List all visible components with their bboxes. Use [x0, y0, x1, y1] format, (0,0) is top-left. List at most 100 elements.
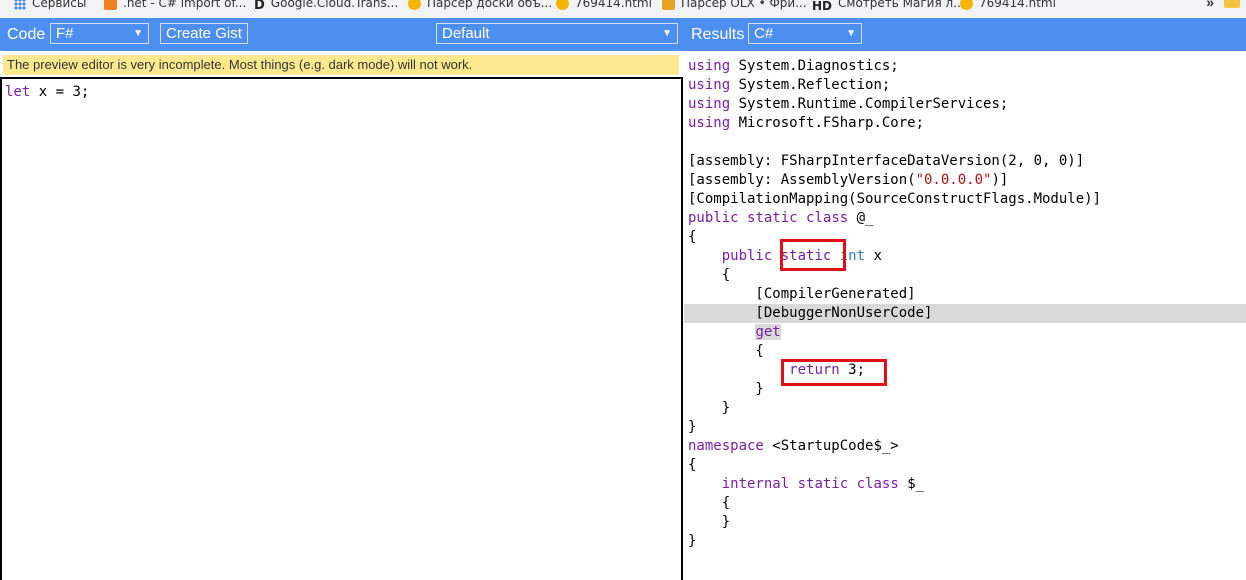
output-line: using System.Runtime.CompilerServices;: [688, 95, 1246, 114]
keyword-token: static: [747, 210, 798, 226]
code-token: [assembly: AssemblyVersion(: [688, 172, 916, 188]
create-gist-button[interactable]: Create Gist: [160, 23, 248, 44]
bookmark-olx[interactable]: Парсер OLX • Фри...: [662, 0, 807, 12]
bookmark-apps[interactable]: Сервисы: [14, 0, 86, 12]
hd-icon: HD: [812, 0, 833, 13]
mode-select-value: Default: [442, 25, 490, 42]
bookmark-label: Парсер доски объ...: [427, 0, 553, 10]
output-line: [assembly: FSharpInterfaceDataVersion(2,…: [688, 152, 1246, 171]
code-token: {: [688, 267, 731, 283]
code-token: [assembly: FSharpInterfaceDataVersion(2,…: [688, 153, 1085, 169]
keyword-token: public: [688, 210, 739, 226]
code-token: x: [873, 248, 882, 264]
keyword-token: using: [688, 96, 731, 112]
output-line: public static int x: [688, 247, 1246, 266]
output-line: [CompilationMapping(SourceConstructFlags…: [688, 190, 1246, 209]
results-pane: using System.Diagnostics; using System.Re…: [684, 51, 1246, 580]
keyword-token: using: [688, 58, 731, 74]
bookmark-stackoverflow[interactable]: .net - C# import of...: [104, 0, 246, 12]
warning-banner: The preview editor is very incomplete. M…: [3, 55, 679, 75]
code-token: }: [688, 514, 731, 530]
code-token: }: [688, 400, 731, 416]
code-token: }: [688, 419, 697, 435]
code-token: {: [688, 229, 697, 245]
code-token: System.Reflection;: [738, 77, 891, 93]
chevron-down-icon: ▼: [846, 28, 856, 39]
output-line: {: [688, 228, 1246, 247]
results-label: Results: [691, 26, 745, 43]
results-output: using System.Diagnostics; using System.Re…: [684, 57, 1246, 551]
output-language-select[interactable]: C# ▼: [748, 23, 862, 44]
bookmark-label: 769414.html: [575, 0, 652, 10]
keyword-token: class: [806, 210, 849, 226]
bookmark-label: Смотреть Магия л...: [838, 0, 965, 10]
keyword-token: let: [5, 84, 31, 100]
code-token: [CompilationMapping(SourceConstructFlags…: [688, 191, 1102, 207]
code-token: [CompilerGenerated]: [688, 286, 916, 302]
output-line: using Microsoft.FSharp.Core;: [688, 114, 1246, 133]
output-line: internal static class $_: [688, 475, 1246, 494]
olx-icon: [662, 0, 675, 10]
output-line: {: [688, 456, 1246, 475]
bookmarks-more-button[interactable]: »: [1206, 0, 1214, 10]
bookmark-label: Google.Cloud.Trans...: [270, 0, 399, 10]
bookmark-label: .net - C# import of...: [123, 0, 247, 10]
language-select[interactable]: F# ▼: [50, 23, 149, 44]
code-label: Code: [7, 26, 46, 43]
code-token: )]: [991, 172, 1009, 188]
highlight-box-static: [780, 239, 846, 271]
mode-select[interactable]: Default ▼: [436, 23, 678, 44]
code-token: @_: [856, 210, 874, 226]
output-line: [CompilerGenerated]: [688, 285, 1246, 304]
output-line: using System.Diagnostics;: [688, 57, 1246, 76]
output-line: }: [688, 380, 1246, 399]
firefox-icon: [556, 0, 569, 10]
code-token: }: [688, 533, 697, 549]
editor-line[interactable]: let x = 3;: [5, 84, 89, 100]
keyword-token: namespace: [688, 438, 764, 454]
code-editor[interactable]: let x = 3;: [0, 77, 683, 580]
code-token: System.Diagnostics;: [738, 58, 899, 74]
bookmark-769414-b[interactable]: 769414.html: [960, 0, 1056, 12]
string-token: "0.0.0.0": [915, 172, 992, 188]
output-line: public static class @_: [688, 209, 1246, 228]
keyword-token: static: [797, 476, 849, 492]
output-language-select-value: C#: [754, 25, 774, 42]
stackoverflow-icon: [104, 0, 117, 10]
code-token: {: [688, 495, 731, 511]
code-token: {: [688, 343, 764, 359]
keyword-token: get: [755, 324, 781, 340]
apps-icon: [14, 0, 26, 10]
language-select-value: F#: [56, 25, 74, 42]
output-line: }: [688, 399, 1246, 418]
bookmark-769414-a[interactable]: 769414.html: [556, 0, 652, 12]
firefox-icon: [960, 0, 973, 10]
chevron-down-icon: ▼: [133, 28, 143, 39]
keyword-token: class: [856, 476, 899, 492]
code-token: Microsoft.FSharp.Core;: [738, 115, 925, 131]
output-line: {: [688, 266, 1246, 285]
code-pane: The preview editor is very incomplete. M…: [0, 51, 683, 580]
chevron-down-icon: ▼: [662, 28, 672, 39]
toolbar: Code F# ▼ Create Gist Default ▼ Results …: [0, 18, 1246, 51]
keyword-token: public: [721, 248, 773, 264]
output-line: }: [688, 532, 1246, 551]
highlight-box-return: [781, 359, 887, 386]
folder-icon[interactable]: [1224, 0, 1240, 8]
bookmark-google-cloud[interactable]: D Google.Cloud.Trans...: [254, 0, 399, 13]
output-line: return 3;: [688, 361, 1246, 380]
bookmark-label: Парсер OLX • Фри...: [681, 0, 807, 10]
bookmarks-bar: Сервисы .net - C# import of... D Google.C…: [0, 0, 1246, 18]
bookmark-parser-board[interactable]: Парсер доски объ...: [408, 0, 552, 12]
bookmark-b-icon: D: [254, 0, 265, 13]
output-line: {: [688, 342, 1246, 361]
output-line: namespace <StartupCode$_>: [688, 437, 1246, 456]
keyword-token: internal: [721, 476, 790, 492]
code-token: x = 3;: [30, 84, 90, 100]
output-line: get: [688, 323, 1246, 342]
bookmark-magic[interactable]: HD Смотреть Магия л...: [812, 0, 965, 13]
